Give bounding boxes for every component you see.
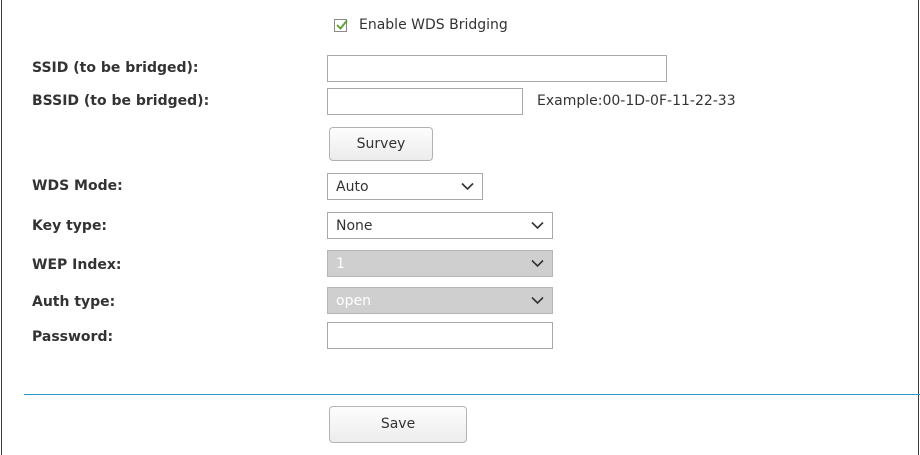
chevron-down-icon bbox=[461, 182, 474, 191]
wep-index-value: 1 bbox=[336, 256, 345, 272]
section-divider bbox=[24, 394, 920, 395]
auth-type-label: Auth type: bbox=[32, 294, 116, 310]
auth-type-value: open bbox=[336, 293, 371, 309]
password-label: Password: bbox=[32, 329, 114, 345]
survey-button[interactable]: Survey bbox=[329, 127, 433, 161]
enable-wds-checkbox[interactable] bbox=[334, 19, 348, 32]
ssid-input[interactable] bbox=[327, 55, 667, 82]
chevron-down-icon bbox=[531, 221, 544, 230]
ssid-label: SSID (to be bridged): bbox=[32, 60, 199, 76]
wep-index-label: WEP Index: bbox=[32, 257, 122, 273]
wep-index-select[interactable]: 1 bbox=[327, 250, 553, 277]
chevron-down-icon bbox=[531, 259, 544, 268]
bssid-label: BSSID (to be bridged): bbox=[32, 93, 210, 109]
auth-type-select[interactable]: open bbox=[327, 287, 553, 314]
bssid-example-text: Example:00-1D-0F-11-22-33 bbox=[537, 93, 736, 109]
enable-wds-label: Enable WDS Bridging bbox=[359, 17, 508, 33]
wds-settings-panel: Enable WDS Bridging SSID (to be bridged)… bbox=[1, 0, 920, 455]
key-type-label: Key type: bbox=[32, 218, 108, 234]
wds-mode-select[interactable]: Auto bbox=[327, 173, 483, 200]
wds-mode-value: Auto bbox=[336, 179, 369, 195]
password-input[interactable] bbox=[327, 322, 553, 349]
chevron-down-icon bbox=[531, 296, 544, 305]
key-type-value: None bbox=[336, 218, 373, 234]
save-button[interactable]: Save bbox=[329, 406, 467, 443]
wds-mode-label: WDS Mode: bbox=[32, 178, 123, 194]
checkmark-icon bbox=[336, 19, 348, 30]
bssid-input[interactable] bbox=[327, 88, 523, 115]
key-type-select[interactable]: None bbox=[327, 212, 553, 239]
